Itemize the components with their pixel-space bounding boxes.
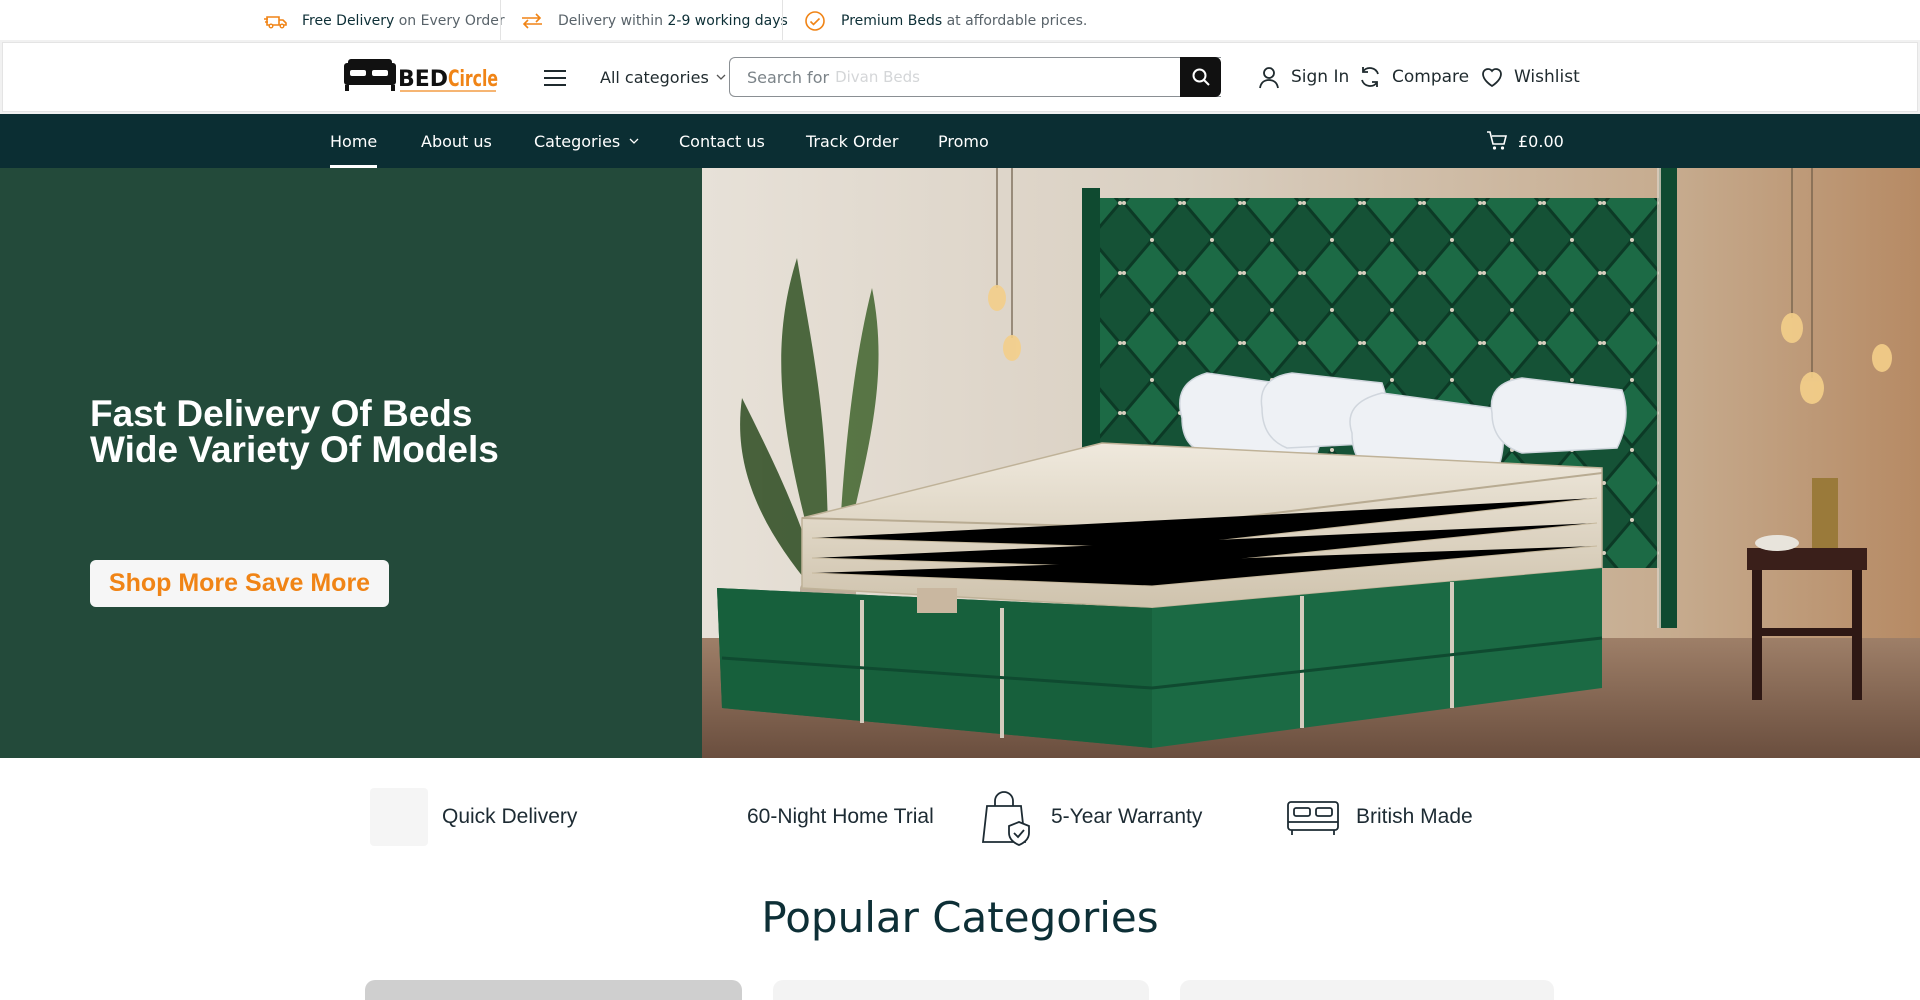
user-icon	[1256, 64, 1282, 90]
hero-text-panel: Fast Delivery Of Beds Wide Variety Of Mo…	[0, 168, 702, 758]
shop-more-label: Shop More Save More	[108, 569, 371, 597]
chevron-down-icon	[629, 138, 639, 144]
category-card[interactable]	[365, 980, 742, 1000]
delivery-window-strong: 2-9 working days	[667, 12, 788, 29]
logo-text-circle: Circle	[448, 67, 498, 92]
top-info-bar: Free Delivery on Every Order Delivery wi…	[0, 0, 1920, 41]
heart-icon	[1479, 64, 1505, 90]
hero-title: Fast Delivery Of Beds Wide Variety Of Mo…	[90, 393, 650, 470]
feature-quick-delivery: Quick Delivery	[370, 788, 577, 846]
site-header: BED Circle All categories Search for Div…	[2, 42, 1918, 112]
nav-promo[interactable]: Promo	[938, 114, 989, 168]
wishlist-label: Wishlist	[1514, 67, 1580, 87]
check-circle-icon	[803, 9, 827, 33]
premium-beds-rest: at affordable prices.	[942, 12, 1088, 29]
nav-home-label: Home	[330, 131, 378, 151]
shop-more-button[interactable]: Shop More Save More	[90, 560, 389, 607]
nav-categories-label: Categories	[534, 131, 621, 151]
compare-link[interactable]: Compare	[1357, 63, 1469, 91]
cart-button[interactable]: £0.00	[1486, 114, 1564, 168]
nav-track-order[interactable]: Track Order	[806, 114, 898, 168]
free-delivery-info: Free Delivery on Every Order	[264, 0, 505, 41]
delivery-window-pre: Delivery within	[558, 12, 668, 29]
hero-title-line-1: Fast Delivery Of Beds	[90, 393, 473, 434]
hero-bed-image	[702, 168, 1920, 758]
hero-banner: Fast Delivery Of Beds Wide Variety Of Mo…	[0, 168, 1920, 758]
feature-british-made-label: British Made	[1356, 805, 1473, 828]
bed-circle-logo[interactable]: BED Circle	[344, 56, 499, 96]
wishlist-link[interactable]: Wishlist	[1479, 63, 1580, 91]
hero-title-line-2: Wide Variety Of Models	[90, 429, 499, 470]
nav-promo-label: Promo	[938, 131, 989, 151]
refresh-compare-icon	[1357, 64, 1383, 90]
shield-bag-icon	[979, 788, 1037, 846]
nav-home[interactable]: Home	[330, 114, 378, 168]
category-card[interactable]	[773, 980, 1149, 1000]
free-delivery-rest: on Every Order	[394, 12, 505, 29]
truck-icon	[264, 9, 288, 33]
category-card[interactable]	[1180, 980, 1554, 1000]
feature-british-made: British Made	[1284, 788, 1473, 846]
sign-in-link[interactable]: Sign In	[1256, 63, 1349, 91]
search-icon	[1192, 68, 1210, 86]
topbar-divider	[500, 0, 501, 41]
nav-contact-label: Contact us	[679, 131, 765, 151]
bed-icon	[1284, 788, 1342, 846]
cart-icon	[1487, 131, 1508, 150]
all-categories-label: All categories	[600, 67, 709, 87]
feature-home-trial-label: 60-Night Home Trial	[747, 805, 934, 828]
all-categories-dropdown[interactable]: All categories	[600, 65, 727, 89]
chevron-down-icon	[716, 74, 726, 80]
nav-about-label: About us	[421, 131, 492, 151]
free-delivery-strong: Free Delivery	[302, 12, 395, 29]
search-button[interactable]	[1180, 57, 1221, 97]
search-input[interactable]: Search for Divan Beds	[729, 57, 1221, 97]
delivery-window-info: Delivery within 2-9 working days	[520, 0, 788, 41]
feature-warranty-label: 5-Year Warranty	[1051, 805, 1203, 828]
nav-categories[interactable]: Categories	[534, 114, 640, 168]
premium-beds-strong: Premium Beds	[841, 12, 943, 29]
nav-about-us[interactable]: About us	[421, 114, 492, 168]
feature-quick-delivery-label: Quick Delivery	[442, 805, 578, 828]
sign-in-label: Sign In	[1291, 67, 1350, 87]
feature-home-trial: 60-Night Home Trial	[747, 788, 934, 846]
search-placeholder: Search for	[747, 67, 830, 87]
cart-total: £0.00	[1518, 131, 1564, 151]
feature-warranty: 5-Year Warranty	[979, 788, 1202, 846]
topbar-divider	[782, 0, 783, 41]
exchange-arrows-icon	[520, 9, 544, 33]
compare-label: Compare	[1392, 67, 1470, 87]
logo-text-bed: BED	[398, 67, 448, 92]
premium-beds-info: Premium Beds at affordable prices.	[803, 0, 1087, 41]
popular-categories-title: Popular Categories	[761, 893, 1159, 942]
quick-delivery-icon	[370, 788, 428, 846]
nav-contact-us[interactable]: Contact us	[679, 114, 765, 168]
main-nav: Home About us Categories Contact us Trac…	[0, 114, 1920, 168]
nav-track-label: Track Order	[806, 131, 899, 151]
search-placeholder-animated: Divan Beds	[835, 68, 920, 86]
menu-hamburger-icon[interactable]	[543, 68, 567, 88]
